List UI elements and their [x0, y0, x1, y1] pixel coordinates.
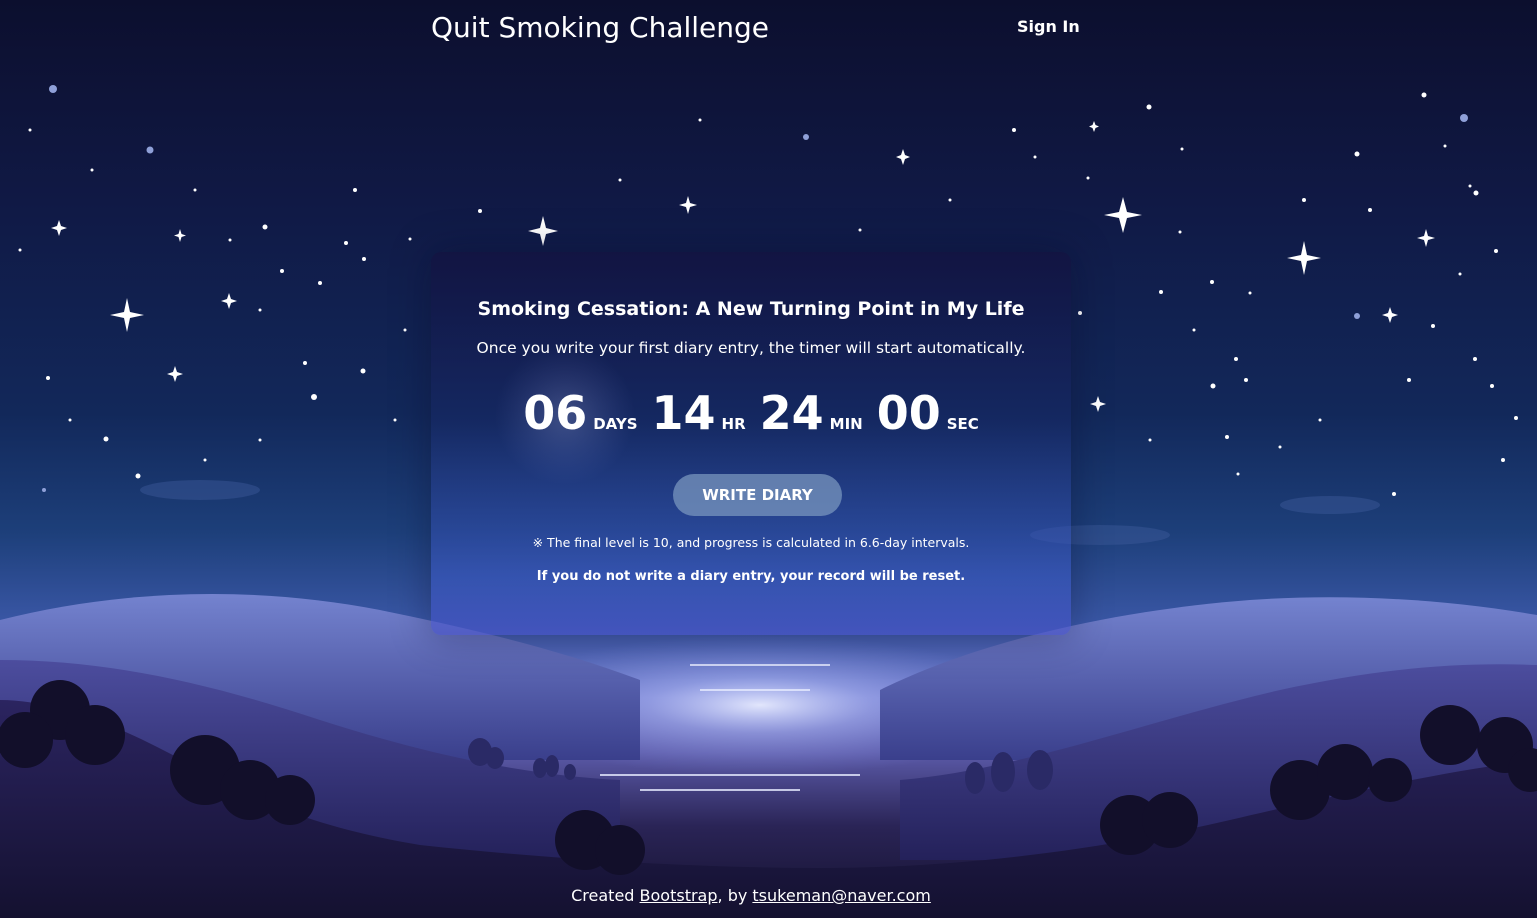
- write-diary-button[interactable]: WRITE DIARY: [673, 474, 842, 516]
- footer-created-text: Created: [571, 886, 640, 905]
- timer-days-unit: DAYS: [593, 415, 638, 433]
- sign-in-link[interactable]: Sign In: [1017, 17, 1080, 36]
- timer-seconds-unit: SEC: [946, 415, 979, 433]
- timer-seconds: 00: [876, 386, 941, 440]
- bootstrap-link[interactable]: Bootstrap: [640, 886, 718, 905]
- timer-minutes: 24: [759, 386, 824, 440]
- card-title: Smoking Cessation: A New Turning Point i…: [477, 298, 1025, 320]
- challenge-card: Smoking Cessation: A New Turning Point i…: [431, 252, 1071, 635]
- timer-hours: 14: [651, 386, 716, 440]
- timer-hours-unit: HR: [721, 415, 746, 433]
- footer: Created Bootstrap, by tsukeman@naver.com: [0, 886, 1502, 905]
- level-note: ※ The final level is 10, and progress is…: [532, 535, 970, 550]
- card-subtitle: Once you write your first diary entry, t…: [476, 339, 1026, 357]
- countdown-timer: 06 DAYS 14 HR 24 MIN 00 SEC: [431, 386, 1071, 440]
- top-navbar: Quit Smoking Challenge Sign In: [0, 0, 1537, 60]
- timer-minutes-unit: MIN: [829, 415, 863, 433]
- timer-days: 06: [523, 386, 588, 440]
- brand-link[interactable]: Quit Smoking Challenge: [431, 11, 769, 44]
- author-email-link[interactable]: tsukeman@naver.com: [752, 886, 930, 905]
- reset-warning: If you do not write a diary entry, your …: [536, 569, 966, 584]
- footer-by-text: , by: [717, 886, 753, 905]
